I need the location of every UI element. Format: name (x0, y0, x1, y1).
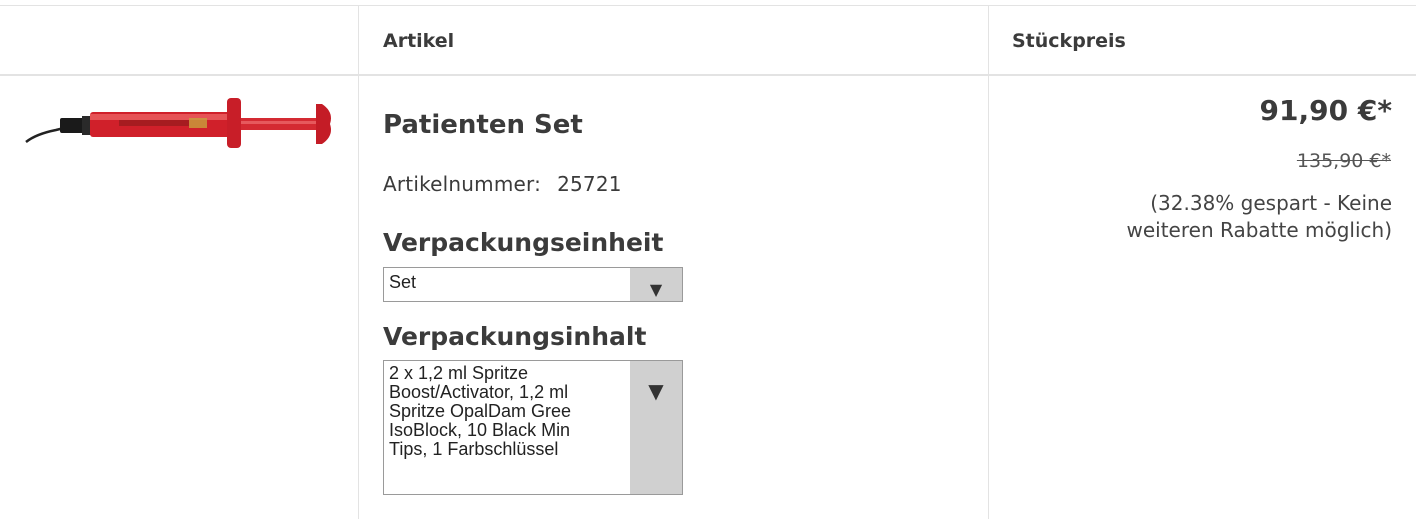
column-divider-2 (988, 5, 989, 519)
chevron-down-icon: ▼ (649, 280, 663, 299)
product-image[interactable] (24, 92, 336, 152)
packaging-unit-heading: Verpackungseinheit (383, 228, 664, 257)
product-name[interactable]: Patienten Set (383, 110, 583, 140)
packaging-unit-select[interactable]: Set ▼ (383, 267, 683, 302)
table-top-border (0, 5, 1416, 6)
savings-note-line: weiteren Rabatte möglich) (1126, 218, 1393, 242)
packaging-content-line: IsoBlock, 10 Black Min (389, 420, 571, 440)
column-divider-1 (358, 5, 359, 519)
packaging-content-select[interactable]: 2 x 1,2 ml Spritze Boost/Activator, 1,2 … (383, 360, 683, 495)
packaging-unit-value: Set (389, 272, 417, 292)
article-number-label: Artikelnummer: (383, 172, 542, 196)
packaging-content-dropdown-button[interactable]: ▼ (630, 361, 682, 494)
syringe-icon (25, 98, 331, 148)
packaging-content-line: Spritze OpalDam Gree (389, 401, 572, 421)
packaging-content-line: Boost/Activator, 1,2 ml (389, 382, 569, 402)
header-bottom-border (0, 74, 1416, 76)
column-header-article: Artikel (383, 30, 455, 52)
savings-note-line: (32.38% gespart - Keine (1150, 191, 1392, 215)
article-number-row: Artikelnummer: 25721 (383, 172, 622, 196)
packaging-content-line: 2 x 1,2 ml Spritze (389, 364, 529, 383)
original-price: 135,90 €* (1296, 150, 1391, 172)
packaging-unit-dropdown-button[interactable]: ▼ (630, 268, 682, 301)
chevron-down-icon: ▼ (648, 379, 664, 403)
article-number-value: 25721 (557, 172, 622, 196)
column-header-unit-price: Stückpreis (1012, 30, 1126, 52)
packaging-content-line: Tips, 1 Farbschlüssel (389, 439, 559, 459)
packaging-content-value: 2 x 1,2 ml Spritze Boost/Activator, 1,2 … (389, 364, 635, 459)
current-price: 91,90 €* (1259, 94, 1392, 127)
packaging-content-heading: Verpackungsinhalt (383, 322, 647, 351)
savings-note: (32.38% gespart - Keine weiteren Rabatte… (1127, 190, 1393, 244)
